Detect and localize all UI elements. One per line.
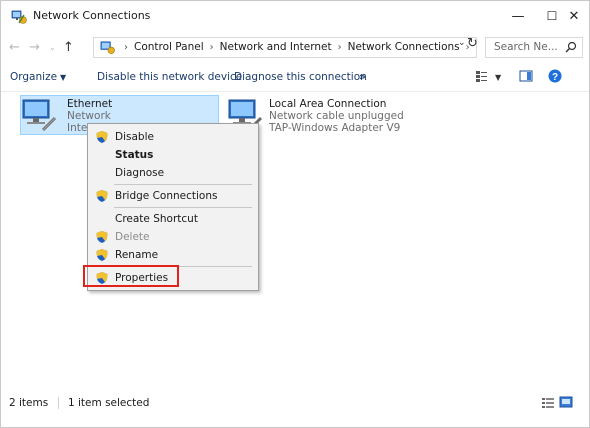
shield-icon bbox=[96, 231, 108, 243]
recent-locations-icon[interactable]: ⌄ bbox=[49, 43, 56, 52]
view-options-dropdown-icon[interactable]: ▼ bbox=[495, 73, 501, 82]
menu-label: Delete bbox=[115, 231, 150, 243]
command-bar: Organize ▼ Disable this network device Di… bbox=[1, 65, 589, 92]
menu-item-diagnose[interactable]: Diagnose bbox=[88, 164, 258, 182]
explorer-window: Network Connections — ☐ ✕ ← → ⌄ ↑ › Cont… bbox=[0, 0, 590, 428]
shield-icon bbox=[96, 249, 108, 261]
connection-device: TAP-Windows Adapter V9 bbox=[269, 122, 401, 134]
shield-icon bbox=[96, 190, 108, 202]
shield-icon bbox=[96, 131, 108, 143]
help-icon[interactable]: ? bbox=[548, 69, 562, 83]
breadcrumb-separator-icon[interactable]: › bbox=[334, 42, 346, 53]
connection-status: Network cable unplugged bbox=[269, 110, 404, 122]
menu-separator bbox=[114, 184, 252, 185]
menu-item-rename[interactable]: Rename bbox=[88, 246, 258, 264]
organize-button[interactable]: Organize ▼ bbox=[10, 71, 66, 83]
address-bar[interactable]: › Control Panel › Network and Internet ›… bbox=[93, 37, 477, 58]
organize-label: Organize bbox=[10, 71, 58, 83]
back-arrow-icon[interactable]: ← bbox=[9, 40, 20, 55]
forward-arrow-icon[interactable]: → bbox=[29, 40, 40, 55]
breadcrumb-separator-icon[interactable]: › bbox=[120, 42, 132, 53]
items-count: 2 items bbox=[9, 397, 49, 409]
refresh-icon[interactable]: ↻ bbox=[467, 36, 478, 51]
title-bar: Network Connections — ☐ ✕ bbox=[1, 1, 589, 31]
menu-item-delete: Delete bbox=[88, 228, 258, 246]
change-view-icon[interactable] bbox=[475, 69, 489, 83]
minimize-button[interactable]: — bbox=[501, 5, 535, 27]
menu-label: Diagnose bbox=[115, 167, 165, 179]
menu-label: Rename bbox=[115, 249, 159, 261]
menu-item-bridge-connections[interactable]: Bridge Connections bbox=[88, 187, 258, 205]
details-view-icon[interactable] bbox=[541, 397, 555, 409]
connection-name: Ethernet bbox=[67, 98, 113, 110]
menu-item-status[interactable]: Status bbox=[88, 146, 258, 164]
close-button[interactable]: ✕ bbox=[557, 5, 590, 27]
chevron-down-icon: ▼ bbox=[60, 73, 67, 82]
connection-status: Network bbox=[67, 110, 111, 122]
large-icons-view-icon[interactable] bbox=[559, 396, 573, 408]
breadcrumb-control-panel[interactable]: Control Panel bbox=[132, 41, 206, 53]
connection-name: Local Area Connection bbox=[269, 98, 387, 110]
properties-highlight-box bbox=[83, 265, 179, 287]
ethernet-adapter-icon bbox=[22, 99, 57, 132]
menu-separator bbox=[114, 207, 252, 208]
search-placeholder: Search Ne... bbox=[494, 41, 558, 53]
preview-pane-icon[interactable] bbox=[519, 69, 533, 83]
network-connections-icon bbox=[11, 10, 27, 24]
window-title: Network Connections bbox=[33, 9, 151, 22]
search-input[interactable]: Search Ne... bbox=[485, 37, 583, 58]
breadcrumb: › Control Panel › Network and Internet ›… bbox=[120, 41, 474, 53]
menu-item-disable[interactable]: Disable bbox=[88, 128, 258, 146]
menu-label: Status bbox=[115, 149, 154, 161]
address-dropdown-icon[interactable]: ⌄ bbox=[458, 38, 466, 48]
svg-text:?: ? bbox=[552, 72, 558, 83]
control-panel-icon bbox=[100, 41, 115, 54]
breadcrumb-separator-icon[interactable]: › bbox=[206, 42, 218, 53]
status-separator bbox=[58, 397, 59, 409]
more-commands-button[interactable]: » bbox=[359, 71, 366, 83]
search-icon bbox=[565, 41, 577, 53]
menu-label: Bridge Connections bbox=[115, 190, 218, 202]
breadcrumb-network-connections[interactable]: Network Connections bbox=[346, 41, 462, 53]
menu-label: Create Shortcut bbox=[115, 213, 198, 225]
up-arrow-icon[interactable]: ↑ bbox=[63, 40, 74, 55]
disable-device-button[interactable]: Disable this network device bbox=[97, 71, 242, 83]
menu-label: Disable bbox=[115, 131, 154, 143]
menu-item-create-shortcut[interactable]: Create Shortcut bbox=[88, 210, 258, 228]
selected-count: 1 item selected bbox=[68, 397, 150, 409]
breadcrumb-network-and-internet[interactable]: Network and Internet bbox=[218, 41, 334, 53]
diagnose-connection-button[interactable]: Diagnose this connection bbox=[234, 71, 367, 83]
status-bar: 2 items 1 item selected bbox=[1, 393, 589, 413]
